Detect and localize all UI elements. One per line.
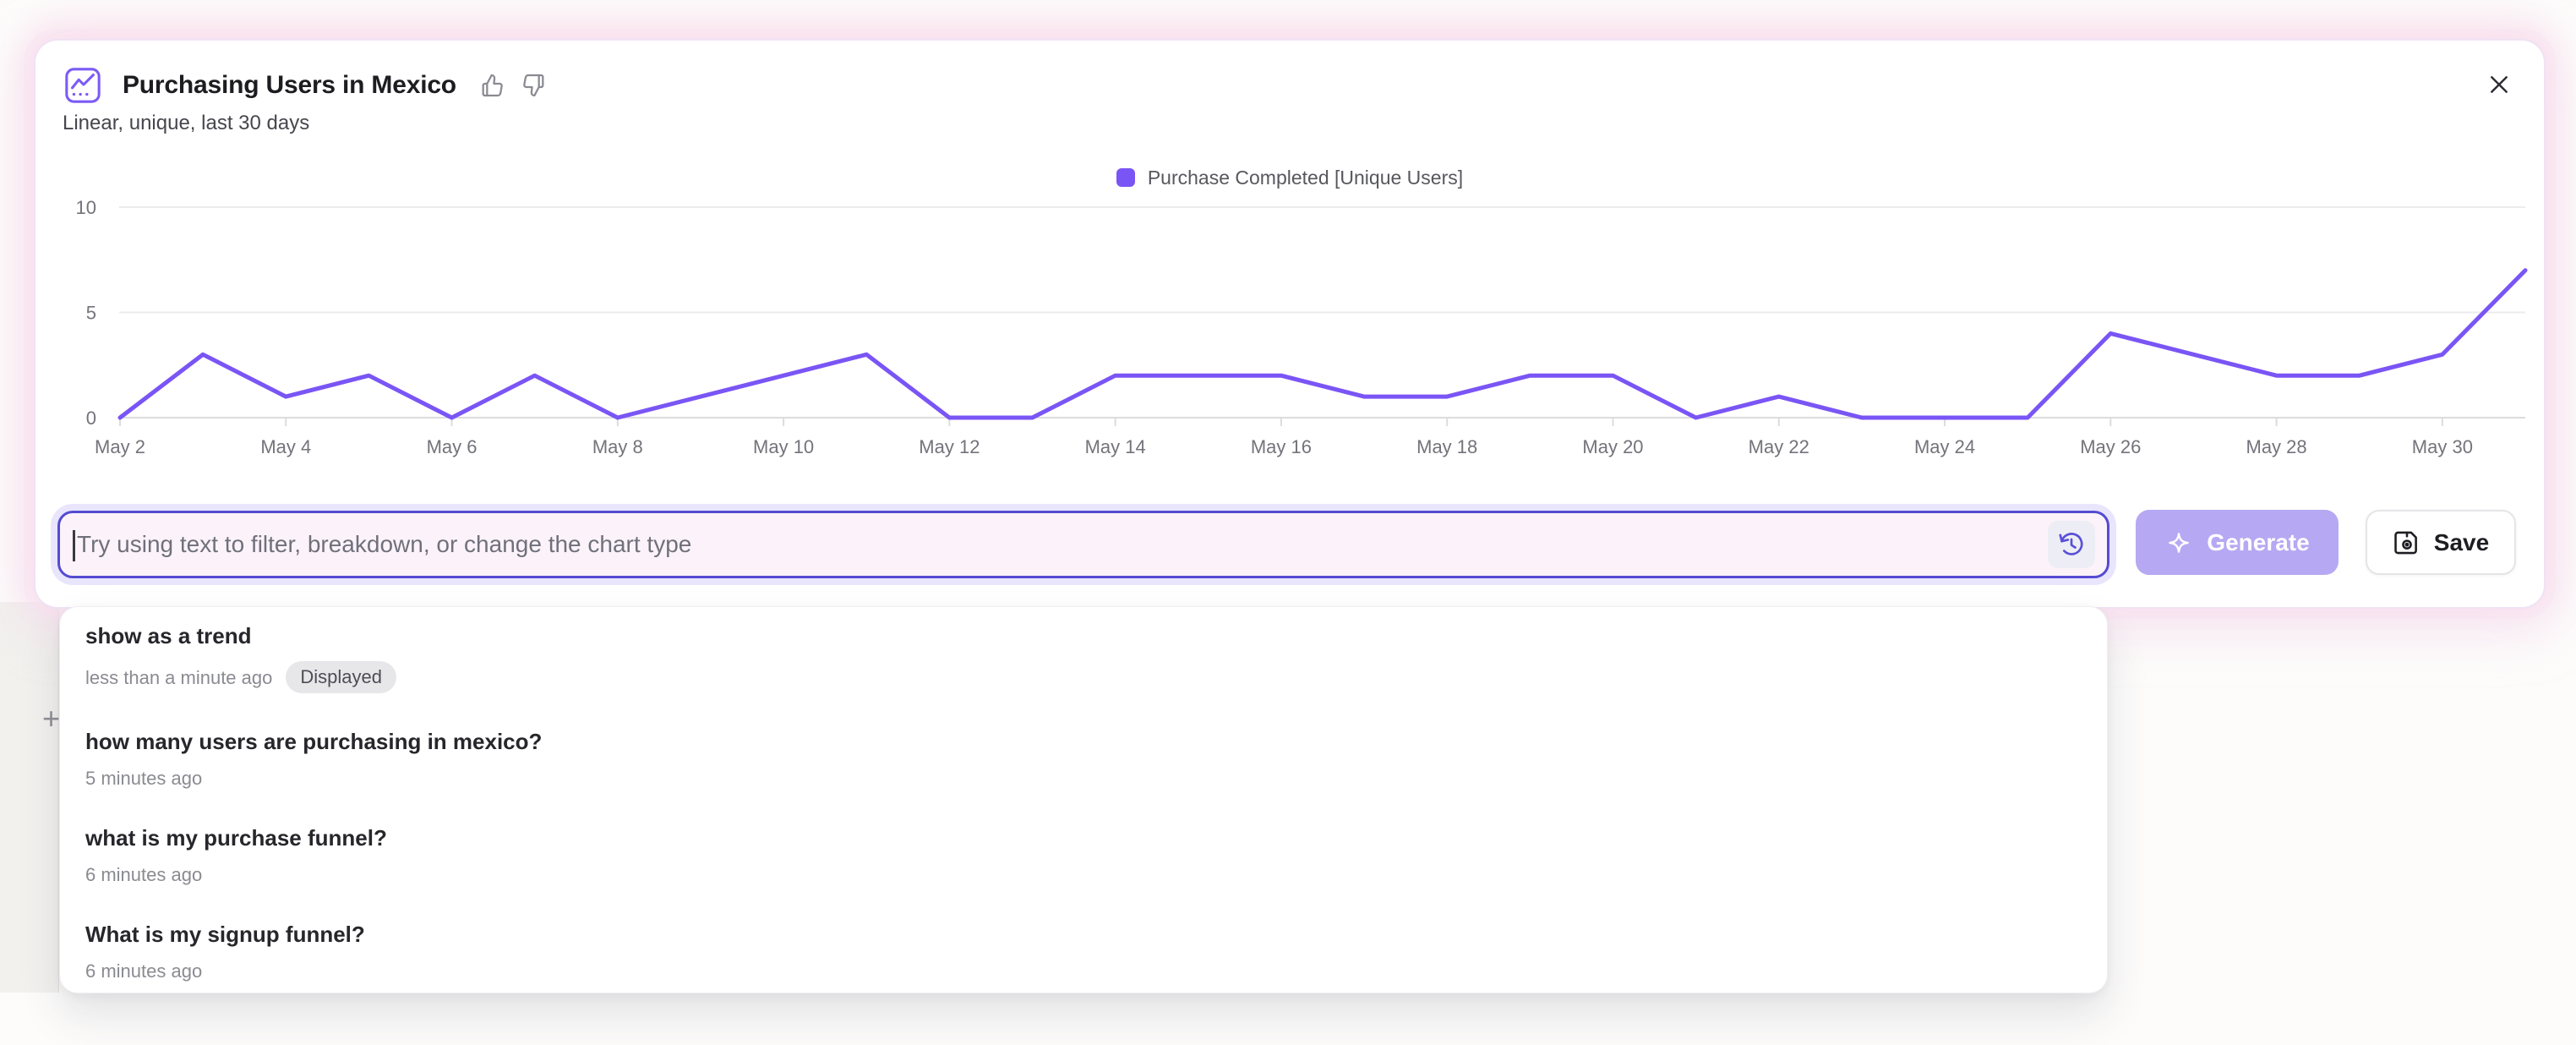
history-item-meta: 5 minutes ago — [85, 767, 2082, 790]
x-axis-label-May 18: May 18 — [1416, 436, 1477, 457]
thumbs-up-icon[interactable] — [478, 71, 507, 100]
prompt-history-dropdown: show as a trend less than a minute ago D… — [59, 606, 2108, 993]
history-item-meta: 6 minutes ago — [85, 960, 2082, 982]
trend-line-series — [120, 271, 2525, 418]
x-axis-label-May 20: May 20 — [1582, 436, 1643, 457]
x-axis-label-May 6: May 6 — [427, 436, 478, 457]
history-clock-icon — [2056, 529, 2087, 560]
card-header: Purchasing Users in Mexico — [63, 66, 548, 105]
ai-chart-card: Purchasing Users in Mexico Linear, uniqu… — [35, 41, 2544, 607]
history-item-time: less than a minute ago — [85, 666, 272, 689]
save-button[interactable]: Save — [2366, 510, 2516, 575]
line-chart-icon — [63, 66, 102, 105]
history-item-time: 6 minutes ago — [85, 960, 202, 982]
history-list-item[interactable]: how many users are purchasing in mexico?… — [60, 714, 2107, 811]
x-axis-label-May 30: May 30 — [2412, 436, 2473, 457]
history-item-time: 5 minutes ago — [85, 767, 202, 790]
x-axis-label-May 22: May 22 — [1749, 436, 1809, 457]
card-subtitle: Linear, unique, last 30 days — [63, 112, 309, 135]
chart-legend: Purchase Completed [Unique Users] — [35, 165, 2544, 190]
history-list-item[interactable]: what is my purchase funnel? 6 minutes ag… — [60, 811, 2107, 907]
generate-button[interactable]: Generate — [2136, 510, 2339, 575]
history-list-item[interactable]: What is my signup funnel? 6 minutes ago — [60, 907, 2107, 993]
thumbs-down-icon[interactable] — [519, 71, 548, 100]
legend-swatch — [1116, 168, 1135, 187]
y-axis-label-0: 0 — [86, 408, 96, 429]
ai-prompt-input[interactable] — [60, 513, 2107, 576]
history-item-time: 6 minutes ago — [85, 863, 202, 886]
x-axis-label-May 12: May 12 — [919, 436, 980, 457]
save-disk-icon — [2393, 528, 2421, 557]
plus-icon[interactable]: + — [42, 703, 60, 734]
x-axis-label-May 16: May 16 — [1251, 436, 1312, 457]
y-axis-label-5: 5 — [86, 303, 96, 324]
save-button-label: Save — [2434, 529, 2489, 556]
x-axis-label-May 8: May 8 — [592, 436, 643, 457]
card-title: Purchasing Users in Mexico — [123, 71, 456, 100]
history-item-meta: less than a minute ago Displayed — [85, 661, 2082, 693]
y-axis-label-10: 10 — [76, 197, 96, 218]
x-axis-label-May 10: May 10 — [753, 436, 814, 457]
generate-button-label: Generate — [2207, 529, 2309, 556]
displayed-badge: Displayed — [286, 661, 396, 693]
history-item-query: what is my purchase funnel? — [85, 824, 2082, 851]
text-caret — [73, 530, 75, 561]
history-list-item[interactable]: show as a trend less than a minute ago D… — [60, 609, 2107, 714]
x-axis-label-May 14: May 14 — [1085, 436, 1146, 457]
history-item-query: What is my signup funnel? — [85, 921, 2082, 948]
underlying-page-strip — [0, 602, 59, 993]
x-axis-label-May 4: May 4 — [260, 436, 311, 457]
legend-label: Purchase Completed [Unique Users] — [1148, 167, 1463, 189]
x-axis-label-May 28: May 28 — [2246, 436, 2307, 457]
history-item-meta: 6 minutes ago — [85, 863, 2082, 886]
trend-chart-svg: 0 5 10 May 2 May 4 May 6 May 8 May 10 May 12 May … — [35, 41, 2544, 514]
feedback-buttons — [478, 71, 548, 100]
sparkle-icon — [2164, 528, 2193, 557]
x-axis-label-May 24: May 24 — [1914, 436, 1975, 457]
history-item-query: how many users are purchasing in mexico? — [85, 728, 2082, 755]
history-item-query: show as a trend — [85, 622, 2082, 649]
ai-prompt-inputbox — [57, 511, 2109, 578]
close-icon[interactable] — [2483, 68, 2515, 101]
x-axis-label-May 2: May 2 — [95, 436, 145, 457]
x-axis-label-May 26: May 26 — [2080, 436, 2141, 457]
history-button[interactable] — [2048, 521, 2095, 568]
